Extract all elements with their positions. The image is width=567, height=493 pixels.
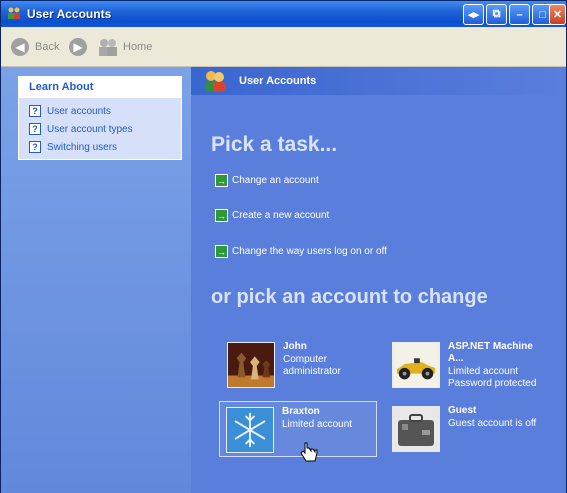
account-type: Limited account	[282, 419, 353, 430]
learn-item-user-account-types[interactable]: ? User account types	[29, 123, 133, 135]
account-password-status: Password protected	[448, 378, 537, 389]
main-header-title: User Accounts	[239, 75, 317, 87]
chess-icon	[227, 342, 275, 388]
account-status: Guest account is off	[448, 418, 537, 429]
race-car-icon	[392, 342, 440, 388]
account-guest[interactable]: Guest Guest account is off	[386, 401, 544, 457]
task-label: Change the way users log on or off	[232, 246, 387, 257]
hand-pointer-cursor-icon	[300, 442, 318, 462]
window-title: User Accounts	[27, 7, 112, 21]
user-accounts-app-icon	[8, 7, 20, 19]
forward-arrow-icon[interactable]: ▶	[69, 38, 87, 56]
task-change-account[interactable]: → Change an account	[215, 174, 319, 187]
account-aspnet-machine[interactable]: ASP.NET Machine A... Limited account Pas…	[386, 337, 544, 393]
task-change-logon[interactable]: → Change the way users log on or off	[215, 245, 387, 258]
user-accounts-window: User Accounts ◂▸ ⧉ – □ ✕ ◀ Back ▶ Home L…	[0, 0, 567, 493]
help-question-icon: ?	[29, 105, 41, 117]
learn-item-label: Switching users	[47, 141, 118, 153]
snowflake-icon	[226, 407, 274, 453]
account-john[interactable]: John Computer administrator	[221, 337, 379, 393]
green-arrow-icon: →	[215, 174, 228, 187]
help-question-icon: ?	[29, 123, 41, 135]
task-label: Create a new account	[232, 210, 330, 221]
users-icon	[205, 71, 225, 92]
briefcase-icon	[392, 406, 440, 452]
restore-view-icon[interactable]: ⧉	[486, 4, 507, 25]
help-icon[interactable]: ◂▸	[463, 4, 484, 25]
account-name: John	[283, 341, 307, 352]
account-name: Braxton	[282, 406, 320, 417]
navigation-toolbar: ◀ Back ▶ Home	[1, 27, 566, 67]
minimize-button[interactable]: –	[509, 4, 530, 25]
learn-item-user-accounts[interactable]: ? User accounts	[29, 105, 111, 117]
close-button[interactable]: ✕	[549, 4, 566, 25]
task-label: Change an account	[232, 175, 319, 186]
account-braxton[interactable]: Braxton Limited account	[219, 401, 377, 457]
pick-account-heading: or pick an account to change	[211, 286, 488, 308]
green-arrow-icon: →	[215, 245, 228, 258]
account-type: administrator	[283, 366, 341, 377]
home-users-icon[interactable]	[97, 38, 119, 56]
account-type: Computer	[283, 354, 327, 365]
learn-about-header: Learn About	[19, 77, 181, 98]
task-create-new-account[interactable]: → Create a new account	[215, 209, 329, 222]
title-bar[interactable]: User Accounts ◂▸ ⧉ – □ ✕	[1, 1, 566, 27]
learn-about-panel: Learn About ? User accounts ? User accou…	[18, 76, 182, 160]
learn-item-label: User account types	[47, 123, 133, 135]
back-arrow-icon[interactable]: ◀	[11, 38, 29, 56]
back-button[interactable]: Back	[35, 41, 59, 53]
learn-item-switching-users[interactable]: ? Switching users	[29, 141, 117, 153]
account-name: ASP.NET Machine A...	[448, 341, 533, 364]
home-button[interactable]: Home	[123, 41, 152, 53]
main-content-pane: User Accounts Pick a task... → Change an…	[191, 67, 566, 493]
learn-item-label: User accounts	[47, 105, 111, 117]
account-name: Guest	[448, 405, 477, 416]
main-header-bar: User Accounts	[191, 67, 566, 95]
help-question-icon: ?	[29, 141, 41, 153]
left-task-pane: Learn About ? User accounts ? User accou…	[1, 67, 191, 493]
account-type: Limited account	[448, 366, 519, 377]
pick-task-heading: Pick a task...	[211, 133, 338, 156]
green-arrow-icon: →	[215, 209, 228, 222]
